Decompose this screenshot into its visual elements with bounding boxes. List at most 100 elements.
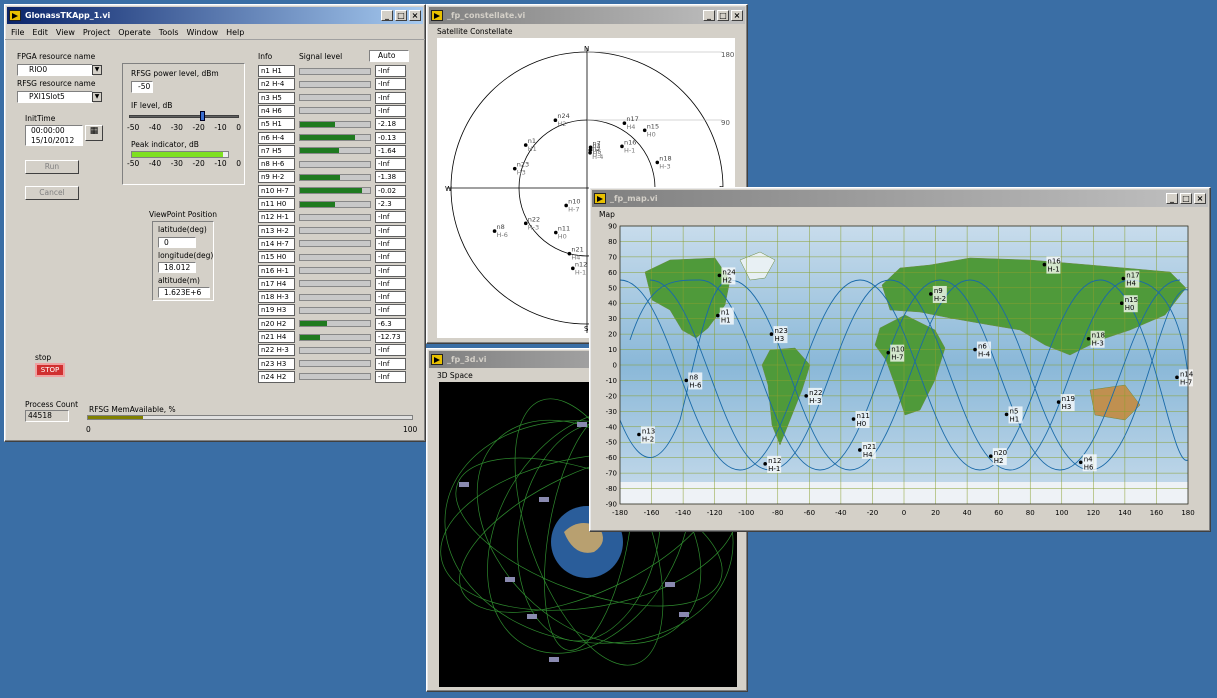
constellate-titlebar[interactable]: _fp_constellate.vi _ □ ×: [429, 7, 745, 24]
map-point-sublabel: H2: [994, 457, 1004, 465]
polar-point-sublabel: H1: [528, 145, 537, 153]
map-xtick: 20: [931, 509, 940, 517]
map-point: [1121, 276, 1126, 281]
signal-value: -0.13: [375, 131, 406, 144]
map-point: [973, 347, 977, 352]
minimize-button[interactable]: _: [703, 10, 715, 21]
auto-field[interactable]: Auto: [369, 50, 409, 62]
satellite-row: n17 H4 -Inf: [258, 277, 406, 291]
if-level-slider-track[interactable]: [129, 115, 239, 118]
peak-label: Peak indicator, dB: [131, 140, 199, 149]
map-point-label: n9: [934, 287, 943, 295]
satellite-name: n24 H2: [258, 370, 295, 383]
map-point: [763, 462, 767, 466]
satellite-name: n11 H0: [258, 198, 295, 210]
satellite-name: n4 H6: [258, 104, 295, 117]
polar-point-sublabel: H-6: [497, 231, 508, 239]
satellite-row: n2 H-4 -Inf: [258, 77, 406, 91]
satellite-name: n12 H-1: [258, 211, 295, 224]
map-point-sublabel: H0: [1125, 304, 1135, 312]
menu-help[interactable]: Help: [226, 28, 244, 37]
map-ytick: -10: [606, 377, 617, 385]
rfsg-dropdown-button[interactable]: ▼: [92, 92, 102, 102]
altitude-field[interactable]: 1.623E+6: [158, 287, 210, 298]
polar-point-label: n24: [557, 112, 569, 120]
map-point-label: n4: [1084, 455, 1093, 463]
dir-w: W: [445, 185, 452, 193]
main-window-title: GlonassTKApp_1.vi: [25, 11, 111, 20]
signal-level-bar: [299, 80, 371, 88]
peak-scale-tick: -50: [127, 159, 140, 168]
signal-level-bar: [299, 147, 371, 155]
close-button[interactable]: ×: [731, 10, 743, 21]
polar-point-sublabel: H3: [517, 169, 526, 177]
menu-window[interactable]: Window: [187, 28, 219, 37]
satellite-name: n8 H-6: [258, 158, 295, 171]
maximize-button[interactable]: □: [395, 10, 407, 21]
map-svg: -180 -160 -140 -120 -100 -80 -60 -40 -20 0 20 40 60 8…: [606, 223, 1195, 518]
main-titlebar[interactable]: GlonassTKApp_1.vi _ □ ×: [7, 7, 423, 24]
latitude-field[interactable]: 0: [158, 237, 196, 248]
init-date-value: 15/10/2012: [31, 136, 75, 145]
map-xtick: 80: [1026, 509, 1035, 517]
constellate-window-title: _fp_constellate.vi: [447, 11, 526, 20]
map-point-label: n10: [891, 346, 904, 354]
map-titlebar[interactable]: _fp_map.vi _ □ ×: [592, 190, 1208, 207]
init-time-label: InitTime: [25, 114, 56, 123]
signal-level-fill: [300, 321, 327, 327]
map-point-label: n24: [722, 268, 736, 276]
peak-indicator: [131, 151, 229, 158]
map-point-sublabel: H4: [863, 451, 873, 459]
menu-file[interactable]: File: [11, 28, 24, 37]
polar-point-sublabel: H2: [557, 120, 566, 128]
longitude-field[interactable]: 18.012: [158, 262, 196, 273]
menu-operate[interactable]: Operate: [118, 28, 151, 37]
minimize-button[interactable]: _: [381, 10, 393, 21]
satellite-row: n4 H6 -Inf: [258, 104, 406, 118]
signal-value: -Inf: [375, 304, 406, 317]
menu-edit[interactable]: Edit: [32, 28, 48, 37]
signal-level-fill: [300, 121, 335, 127]
rfsg-resource-field[interactable]: PXI1Slot5: [17, 91, 93, 103]
altitude-label: altitude(m): [158, 276, 200, 285]
signal-value: -Inf: [375, 291, 406, 304]
map-ytick: 80: [608, 238, 617, 246]
satellite-row: n5 H1 -2.18: [258, 117, 406, 131]
close-button[interactable]: ×: [1194, 193, 1206, 204]
polar-point-label: n10: [568, 197, 580, 205]
signal-value: -6.3: [375, 317, 406, 330]
viewpoint-label: ViewPoint Position: [149, 210, 218, 219]
init-time-field[interactable]: 00:00:00 15/10/2012: [25, 125, 83, 146]
map-point-label: n5: [1010, 407, 1019, 415]
stop-button[interactable]: STOP: [35, 363, 65, 377]
signal-level-bar: [299, 320, 371, 328]
satellite-name: n2 H-4: [258, 78, 295, 91]
map-point-label: n22: [809, 389, 822, 397]
maximize-button[interactable]: □: [717, 10, 729, 21]
signal-level-bar: [299, 227, 371, 235]
map-label: Map: [599, 210, 615, 219]
menu-tools[interactable]: Tools: [159, 28, 179, 37]
run-button[interactable]: Run: [25, 160, 79, 174]
cancel-button[interactable]: Cancel: [25, 186, 79, 200]
menu-project[interactable]: Project: [83, 28, 110, 37]
menu-view[interactable]: View: [56, 28, 75, 37]
minimize-button[interactable]: _: [1166, 193, 1178, 204]
map-point-sublabel: H4: [1126, 280, 1136, 288]
fpga-resource-field[interactable]: RIO0: [17, 64, 93, 76]
map-point-sublabel: H0: [857, 420, 867, 428]
satellite-row: n20 H2 -6.3: [258, 317, 406, 331]
close-button[interactable]: ×: [409, 10, 421, 21]
fpga-dropdown-button[interactable]: ▼: [92, 65, 102, 75]
signal-value: -Inf: [375, 264, 406, 277]
signal-level-bar: [299, 160, 371, 168]
maximize-button[interactable]: □: [1180, 193, 1192, 204]
calendar-icon[interactable]: ▦: [85, 125, 103, 141]
if-scale-tick: -10: [214, 123, 227, 132]
if-level-slider-thumb[interactable]: [199, 111, 205, 121]
polar-point-label: n12: [575, 260, 587, 268]
map-point: [717, 273, 722, 278]
power-field[interactable]: -50: [131, 81, 153, 93]
map-point-sublabel: H-4: [978, 351, 991, 359]
map-point: [1175, 375, 1179, 380]
